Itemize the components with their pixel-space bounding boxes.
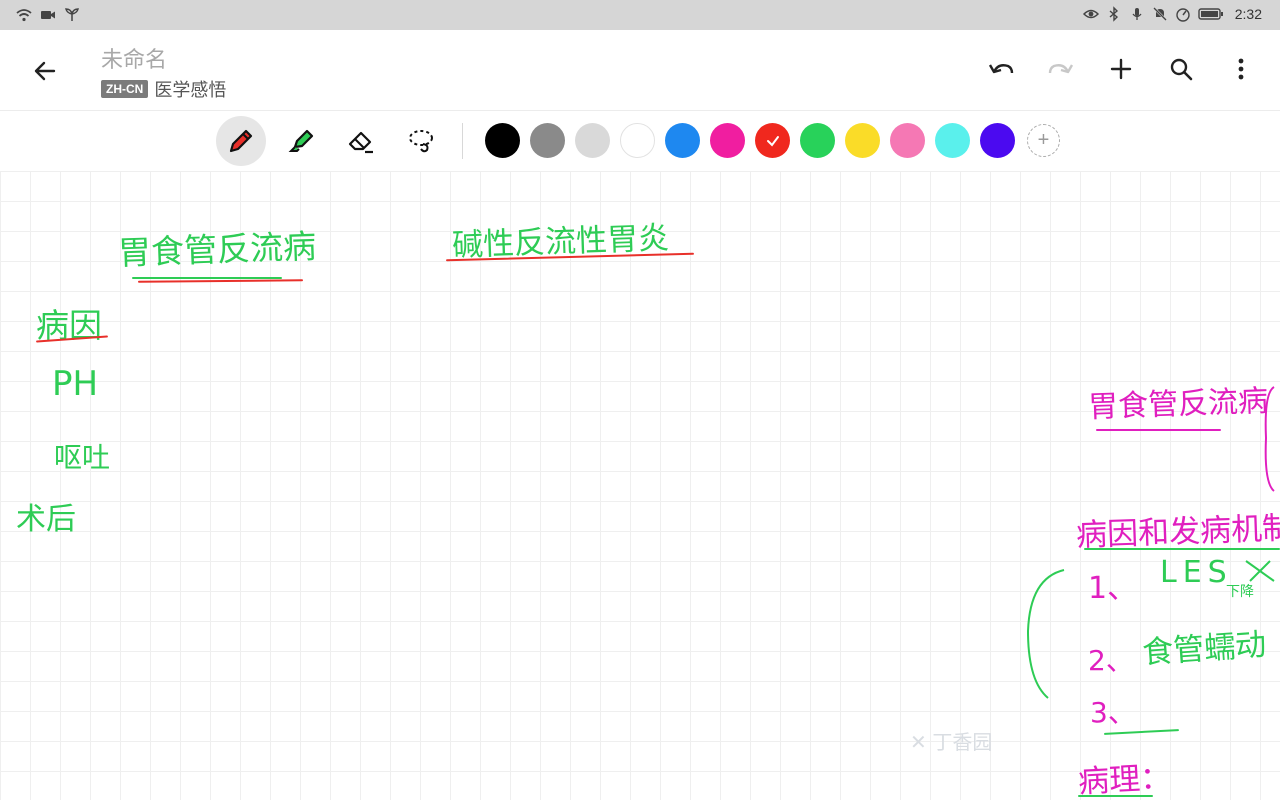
back-button[interactable]	[28, 54, 62, 88]
wifi-icon	[16, 9, 32, 22]
bell-off-icon	[1152, 7, 1167, 21]
color-white[interactable]	[620, 123, 655, 158]
more-button[interactable]	[1224, 52, 1258, 86]
language-badge: ZH-CN	[101, 80, 149, 98]
clock: 2:32	[1234, 6, 1262, 22]
note-vomit: 呕吐	[54, 441, 111, 474]
note-gerd-title: 胃食管反流病	[117, 226, 317, 273]
note-item1-num: 1、	[1088, 571, 1138, 606]
color-green[interactable]	[800, 123, 835, 158]
status-bar: 2:32	[0, 0, 1280, 30]
bracket-top	[1264, 386, 1275, 492]
more-vert-icon	[1238, 58, 1244, 80]
note-item3-num: 3、	[1090, 696, 1136, 729]
color-light-gray[interactable]	[575, 123, 610, 158]
drawing-toolbar: +	[0, 111, 1280, 171]
plus-icon: +	[1037, 129, 1050, 151]
underline-green-4	[1078, 795, 1153, 797]
lasso-tool[interactable]	[396, 116, 446, 166]
note-ph: PH	[52, 364, 99, 404]
note-item2-text: 食管蠕动	[1141, 626, 1268, 672]
battery-icon	[1198, 8, 1223, 20]
bracket-left	[1026, 569, 1065, 699]
note-title[interactable]: 未命名	[101, 42, 167, 74]
color-black[interactable]	[485, 123, 520, 158]
add-button[interactable]	[1104, 52, 1138, 86]
gauge-icon	[1176, 8, 1190, 22]
plus-icon	[1110, 58, 1132, 80]
undo-button[interactable]	[984, 52, 1018, 86]
color-gray[interactable]	[530, 123, 565, 158]
eraser-tool[interactable]	[336, 116, 386, 166]
lasso-icon	[409, 130, 433, 153]
color-magenta[interactable]	[710, 123, 745, 158]
note-item1-text: LES	[1160, 555, 1233, 590]
color-red[interactable]	[755, 123, 790, 158]
toolbar-divider	[462, 123, 463, 159]
underline-red	[137, 279, 304, 283]
watermark: ✕ 丁香园	[910, 726, 992, 755]
video-icon	[41, 11, 55, 19]
undo-icon	[988, 64, 1014, 74]
redo-button[interactable]	[1044, 52, 1078, 86]
color-pink[interactable]	[890, 123, 925, 158]
note-surgery: 术后	[16, 502, 76, 537]
underline-magenta	[1096, 429, 1221, 431]
add-color-button[interactable]: +	[1027, 124, 1060, 157]
pen-tool[interactable]	[216, 116, 266, 166]
note-right-title: 胃食管反流病	[1087, 383, 1269, 426]
search-button[interactable]	[1164, 52, 1198, 86]
drawing-canvas[interactable]: 胃食管反流病 碱性反流性胃炎 病因 PH 呕吐 术后 胃食管反流病 病因和发病机…	[0, 171, 1280, 800]
bluetooth-icon	[1109, 6, 1118, 22]
note-pathology: 病理：	[1077, 759, 1173, 800]
color-yellow[interactable]	[845, 123, 880, 158]
color-blue[interactable]	[665, 123, 700, 158]
app-bar: 未命名 ZH-CN 医学感悟	[0, 30, 1280, 111]
redo-icon	[1048, 64, 1074, 74]
highlighter-icon	[288, 129, 314, 152]
checkmark-icon	[766, 135, 779, 147]
cross-mark	[1245, 560, 1275, 582]
eye-icon	[1082, 9, 1099, 19]
note-item2-num: 2、	[1088, 644, 1134, 677]
underline-green-2	[1084, 548, 1280, 550]
color-cyan[interactable]	[935, 123, 970, 158]
note-pathogenesis: 病因和发病机制	[1075, 510, 1280, 554]
search-icon	[1170, 58, 1193, 81]
eraser-icon	[348, 131, 373, 154]
color-violet[interactable]	[980, 123, 1015, 158]
highlighter-tool[interactable]	[276, 116, 326, 166]
arrow-left-icon	[34, 61, 56, 81]
mic-icon	[1132, 8, 1142, 20]
watermark-logo-icon: ✕	[910, 732, 927, 754]
note-meta: ZH-CN 医学感悟	[101, 76, 226, 102]
notebook-name[interactable]: 医学感悟	[154, 76, 226, 102]
watermark-text: 丁香园	[932, 732, 993, 754]
pen-icon	[229, 129, 253, 153]
app-leaf-icon	[65, 8, 79, 21]
